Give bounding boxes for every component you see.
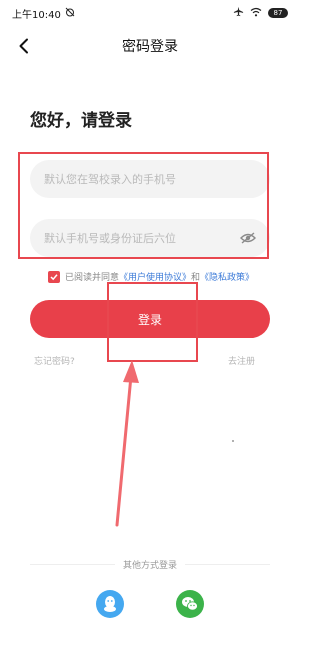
status-right: 87	[233, 6, 288, 20]
airplane-icon	[233, 6, 244, 20]
wechat-login-button[interactable]	[176, 590, 204, 618]
user-agreement-link[interactable]: 《用户使用协议》	[119, 270, 191, 283]
agreement-row: 已阅读并同意 《用户使用协议》 和 《隐私政策》	[48, 270, 254, 283]
page-title: 密码登录	[122, 39, 178, 55]
alarm-off-icon	[65, 7, 75, 20]
register-link[interactable]: 去注册	[228, 354, 255, 367]
agreement-checkbox[interactable]	[48, 270, 60, 283]
checkmark-icon	[50, 273, 58, 280]
wifi-icon	[250, 7, 262, 20]
password-input[interactable]	[44, 231, 240, 245]
back-button[interactable]	[14, 36, 34, 56]
battery-icon: 87	[268, 8, 288, 18]
status-time: 上午10:40	[12, 9, 61, 21]
status-left: 上午10:40	[12, 6, 75, 21]
wechat-icon	[182, 597, 198, 611]
nav-bar: 密码登录	[0, 30, 300, 62]
chevron-left-icon	[19, 38, 28, 54]
divider-line-left	[30, 563, 115, 565]
other-login-divider: 其他方式登录	[30, 558, 271, 571]
qq-login-button[interactable]	[96, 590, 124, 618]
phone-field-wrap	[30, 160, 270, 198]
stray-dot	[232, 440, 234, 442]
login-button[interactable]: 登录	[30, 300, 270, 338]
agreement-prefix: 已阅读并同意	[65, 273, 120, 283]
phone-input[interactable]	[44, 172, 256, 186]
eye-off-icon	[239, 232, 256, 244]
status-bar: 上午10:40 87	[0, 0, 300, 26]
other-login-label: 其他方式登录	[123, 560, 178, 571]
divider-line-right	[185, 563, 271, 565]
toggle-password-visibility[interactable]	[239, 229, 256, 247]
password-field-wrap	[30, 219, 270, 257]
greeting-heading: 您好，请登录	[30, 111, 132, 131]
agreement-and: 和	[191, 273, 201, 283]
privacy-policy-link[interactable]: 《隐私政策》	[200, 270, 254, 283]
qq-icon	[104, 596, 116, 612]
forgot-password-link[interactable]: 忘记密码?	[34, 354, 75, 367]
